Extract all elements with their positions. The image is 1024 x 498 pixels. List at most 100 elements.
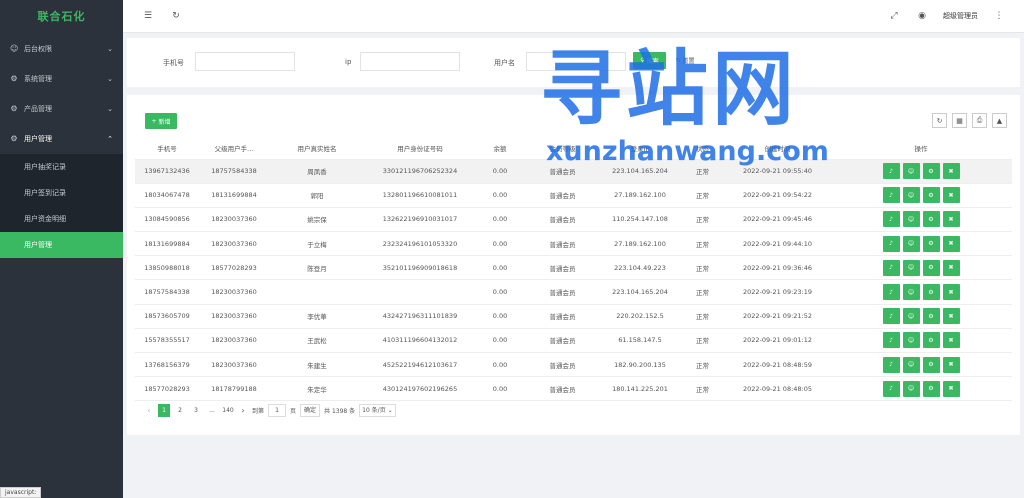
columns-icon[interactable]: ▦: [952, 113, 967, 128]
user-icon[interactable]: ☺: [902, 163, 920, 180]
more-vertical-icon[interactable]: ⋮: [992, 9, 1006, 23]
page-last[interactable]: 140: [222, 404, 234, 417]
submenu-item-checkin-records[interactable]: 用户签到记录: [0, 180, 123, 206]
export-icon[interactable]: ▲: [992, 113, 1007, 128]
bell-icon[interactable]: ♪: [882, 211, 900, 228]
table-cell: 2022-09-21 08:48:05: [725, 376, 830, 402]
submenu-item-lottery-records[interactable]: 用户抽奖记录: [0, 154, 123, 180]
settings-icon[interactable]: ⚙: [922, 356, 940, 373]
page-1[interactable]: 1: [158, 404, 170, 417]
table-row[interactable]: 13850988018 18577028293 陈登月 352101196909018…: [135, 255, 1012, 281]
delete-icon[interactable]: ✖: [942, 332, 960, 349]
delete-icon[interactable]: ✖: [942, 187, 960, 204]
user-icon[interactable]: ☺: [902, 356, 920, 373]
settings-icon[interactable]: ⚙: [922, 308, 940, 325]
user-icon[interactable]: ☺: [902, 284, 920, 301]
column-header: 余额: [475, 137, 525, 160]
user-icon[interactable]: ☺: [902, 332, 920, 349]
chevron-down-icon: ⌄: [107, 75, 113, 83]
refresh-icon[interactable]: ↻: [932, 113, 947, 128]
table-row[interactable]: 18577028293 18178799188 朱定华 430124197602196…: [135, 376, 1012, 402]
phone-label: 手机号: [163, 59, 184, 67]
bell-icon[interactable]: ♪: [882, 187, 900, 204]
add-button[interactable]: + 新增: [145, 113, 177, 129]
user-icon[interactable]: ☺: [902, 187, 920, 204]
table-row[interactable]: 18573605709 18230037360 李优華 432427196311101…: [135, 304, 1012, 329]
table-cell: 13850988018: [135, 255, 199, 281]
bell-icon[interactable]: ♪: [882, 380, 900, 397]
settings-icon[interactable]: ⚙: [922, 284, 940, 301]
admin-user-menu[interactable]: 超级管理员: [943, 11, 978, 21]
table-panel: + 新增 ↻ ▦ ⎙ ▲ 手机号 父级用户手... 用户真实姓名 用户身份证号码 余额会…: [127, 95, 1020, 435]
user-icon[interactable]: ☺: [902, 259, 920, 276]
bell-icon[interactable]: ♪: [882, 356, 900, 373]
goto-page-input[interactable]: 1: [268, 404, 287, 417]
table-row[interactable]: 18131699884 18230037360 于立梅 232324196101053…: [135, 231, 1012, 257]
refresh-icon[interactable]: ↻: [169, 9, 183, 23]
settings-icon[interactable]: ⚙: [922, 380, 940, 397]
table-row[interactable]: 18757584338 18230037360 0.00 普通会员 223.104.16…: [135, 279, 1012, 305]
delete-icon[interactable]: ✖: [942, 211, 960, 228]
page-size-select[interactable]: 10 条/页 ⌄: [359, 404, 396, 417]
delete-icon[interactable]: ✖: [942, 235, 960, 252]
delete-icon[interactable]: ✖: [942, 163, 960, 180]
chevron-down-icon: ⌄: [107, 105, 113, 113]
refresh-icon: ↻: [675, 57, 681, 64]
settings-icon[interactable]: ⚙: [922, 211, 940, 228]
table-row[interactable]: 18034067478 18131699884 郭阳 1328011966100810…: [135, 183, 1012, 208]
ip-input[interactable]: [360, 52, 460, 71]
user-icon[interactable]: ☺: [902, 211, 920, 228]
print-icon[interactable]: ⎙: [972, 113, 987, 128]
prev-page-icon[interactable]: ‹: [144, 406, 154, 415]
table-cell: 2022-09-21 09:54:22: [725, 183, 830, 208]
page-3[interactable]: 3: [190, 404, 202, 417]
delete-icon[interactable]: ✖: [942, 308, 960, 325]
phone-input[interactable]: [195, 52, 295, 71]
menu-item-admin-permissions[interactable]: ☺ 后台权限 ⌄: [0, 34, 123, 64]
user-icon[interactable]: ☺: [902, 380, 920, 397]
bell-icon[interactable]: ♪: [882, 332, 900, 349]
bell-icon[interactable]: ♪: [882, 163, 900, 180]
table-row[interactable]: 15578355517 18230037360 王武松 410311196604132…: [135, 328, 1012, 354]
delete-icon[interactable]: ✖: [942, 284, 960, 301]
table-row[interactable]: 13084590856 18230037360 姚宗保 132622196910031…: [135, 207, 1012, 233]
menu-item-products[interactable]: ⚙ 产品管理 ⌄: [0, 94, 123, 124]
next-page-icon[interactable]: ›: [238, 406, 248, 415]
table-cell: 2022-09-21 09:23:19: [725, 279, 830, 305]
reset-button[interactable]: ↻ 重置: [670, 52, 700, 69]
globe-icon[interactable]: ◉: [915, 9, 929, 23]
bell-icon[interactable]: ♪: [882, 259, 900, 276]
settings-icon[interactable]: ⚙: [922, 259, 940, 276]
username-input[interactable]: [526, 52, 626, 71]
user-icon: ☺: [10, 44, 19, 53]
settings-icon[interactable]: ⚙: [922, 332, 940, 349]
goto-confirm-button[interactable]: 确定: [300, 404, 321, 417]
delete-icon[interactable]: ✖: [942, 259, 960, 276]
table-row[interactable]: 13967132436 18757584338 周凤香 330121196706252…: [135, 159, 1012, 184]
chevron-up-icon: ⌃: [107, 135, 113, 143]
search-button[interactable]: ⚲ 搜索: [633, 52, 666, 69]
delete-icon[interactable]: ✖: [942, 356, 960, 373]
bell-icon[interactable]: ♪: [882, 308, 900, 325]
fullscreen-icon[interactable]: ⤢: [887, 9, 901, 23]
settings-icon[interactable]: ⚙: [922, 235, 940, 252]
column-header: 状态: [680, 137, 725, 160]
menu-item-label: 产品管理: [24, 105, 52, 113]
settings-icon[interactable]: ⚙: [922, 163, 940, 180]
menu-item-users[interactable]: ⚙ 用户管理 ⌃: [0, 124, 123, 154]
table-cell: 182.90.200.135: [600, 352, 680, 378]
bell-icon[interactable]: ♪: [882, 235, 900, 252]
delete-icon[interactable]: ✖: [942, 380, 960, 397]
submenu-item-user-management[interactable]: 用户管理: [0, 232, 123, 258]
user-icon[interactable]: ☺: [902, 235, 920, 252]
user-icon[interactable]: ☺: [902, 308, 920, 325]
page-2[interactable]: 2: [174, 404, 186, 417]
collapse-menu-icon[interactable]: ☰: [141, 9, 155, 23]
settings-icon[interactable]: ⚙: [922, 187, 940, 204]
table-row[interactable]: 13768156379 18230037360 朱建生 452522194612103…: [135, 352, 1012, 378]
table-toolbar: ↻ ▦ ⎙ ▲: [932, 113, 1007, 128]
submenu-item-fund-details[interactable]: 用户资金明细: [0, 206, 123, 232]
menu-item-system[interactable]: ⚙ 系统管理 ⌄: [0, 64, 123, 94]
bell-icon[interactable]: ♪: [882, 284, 900, 301]
column-header: 父级用户手...: [199, 137, 269, 160]
